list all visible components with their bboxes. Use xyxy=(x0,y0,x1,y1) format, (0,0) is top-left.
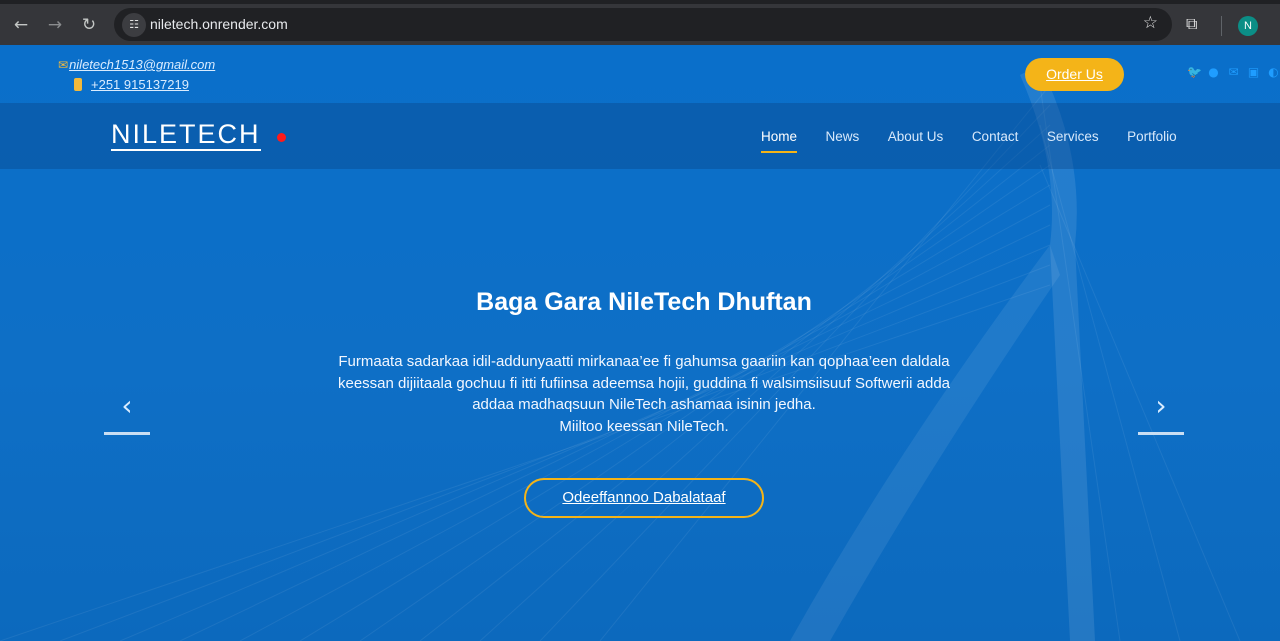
browser-toolbar: ← → ↻ ☷ niletech.onrender.com ☆ ⧉ N xyxy=(0,0,1280,45)
nav-item-portfolio[interactable]: Portfolio xyxy=(1127,129,1177,144)
forward-icon[interactable]: → xyxy=(42,12,68,38)
back-icon[interactable]: ← xyxy=(8,12,34,38)
mail-icon: ✉ xyxy=(58,58,69,72)
contact-topbar: ✉niletech1513@gmail.com +251 915137219 O… xyxy=(0,45,1280,103)
nav-item-services[interactable]: Services xyxy=(1047,129,1099,144)
hero-line-2: keessan dijiitaala gochuu fi itti fufiin… xyxy=(338,374,950,392)
nav-item-home[interactable]: Home xyxy=(761,129,798,153)
site-info-icon[interactable]: ☷ xyxy=(122,13,146,37)
facebook-icon[interactable]: ● xyxy=(1207,66,1220,79)
nav-menu: Home News About Us Contact Services Port… xyxy=(761,129,1205,153)
profile-avatar[interactable]: N xyxy=(1238,16,1258,36)
brand-dot xyxy=(277,133,286,142)
order-us-button[interactable]: Order Us xyxy=(1025,58,1124,91)
address-bar[interactable]: ☷ niletech.onrender.com ☆ xyxy=(114,8,1172,41)
hero-line-3: addaa madhaqsuun NileTech ashamaa isinin… xyxy=(472,396,816,413)
linkedin-icon[interactable]: ▣ xyxy=(1247,66,1260,79)
more-info-button[interactable]: Odeeffannoo Dabalataaf xyxy=(524,478,764,518)
web-page: ✉niletech1513@gmail.com +251 915137219 O… xyxy=(0,45,1280,641)
bookmark-star-icon[interactable]: ☆ xyxy=(1143,13,1158,33)
twitter-icon[interactable]: 🐦 xyxy=(1187,66,1202,79)
url-text[interactable]: niletech.onrender.com xyxy=(150,16,288,32)
brand-logo[interactable]: NILETECH xyxy=(111,119,261,151)
social-links: 🐦 ● ✉ ▣ ◐ xyxy=(1187,66,1280,79)
hero-title: Baga Gara NileTech Dhuftan xyxy=(476,288,812,316)
reload-icon[interactable]: ↻ xyxy=(76,12,102,38)
toolbar-divider xyxy=(1221,16,1222,36)
extensions-icon[interactable]: ⧉ xyxy=(1186,14,1197,34)
hero-description: Furmaata sadarkaa idil-addunyaatti mirka… xyxy=(330,351,958,437)
nav-item-news[interactable]: News xyxy=(826,129,860,144)
nav-item-about-us[interactable]: About Us xyxy=(888,129,944,144)
other-icon[interactable]: ◐ xyxy=(1267,66,1280,79)
main-navbar: NILETECH Home News About Us Contact Serv… xyxy=(0,103,1280,169)
email-icon[interactable]: ✉ xyxy=(1227,66,1240,79)
phone-link[interactable]: +251 915137219 xyxy=(74,77,189,92)
nav-item-contact[interactable]: Contact xyxy=(972,129,1019,144)
carousel-prev-icon[interactable]: ‹ xyxy=(104,391,150,435)
phone-icon xyxy=(74,78,82,91)
carousel-next-icon[interactable]: › xyxy=(1138,391,1184,435)
hero-line-1: Furmaata sadarkaa idil-addunyaatti mirka… xyxy=(338,353,950,370)
email-link[interactable]: ✉niletech1513@gmail.com xyxy=(58,57,215,72)
hero-line-4: Miiltoo keessan NileTech. xyxy=(559,417,729,435)
